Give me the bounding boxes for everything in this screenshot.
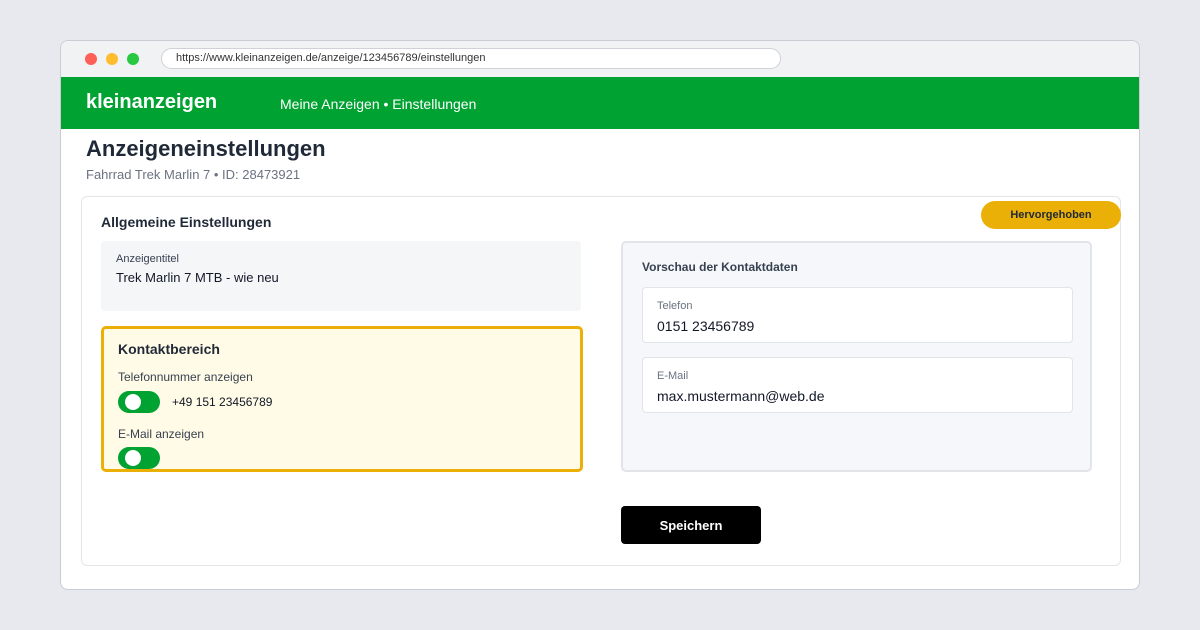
preview-email-field: E-Mail max.mustermann@web.de bbox=[642, 357, 1073, 413]
preview-email-label: E-Mail bbox=[657, 370, 689, 382]
preview-email-value: max.mustermann@web.de bbox=[657, 388, 825, 404]
ad-title-label: Anzeigentitel bbox=[116, 253, 179, 265]
save-button[interactable]: Speichern bbox=[621, 506, 761, 544]
page-title: Anzeigeneinstellungen bbox=[86, 136, 326, 161]
address-bar[interactable]: https://www.kleinanzeigen.de/anzeige/123… bbox=[161, 48, 781, 69]
contact-preview-heading: Vorschau der Kontaktdaten bbox=[642, 260, 798, 274]
ad-title-value: Trek Marlin 7 MTB - wie neu bbox=[116, 270, 279, 285]
preview-phone-field: Telefon 0151 23456789 bbox=[642, 287, 1073, 343]
maximize-window-icon[interactable] bbox=[127, 53, 139, 65]
browser-window: https://www.kleinanzeigen.de/anzeige/123… bbox=[60, 40, 1140, 590]
contact-preview-panel: Vorschau der Kontaktdaten Telefon 0151 2… bbox=[621, 241, 1092, 472]
browser-chrome: https://www.kleinanzeigen.de/anzeige/123… bbox=[61, 41, 1139, 77]
show-email-toggle[interactable] bbox=[118, 447, 160, 469]
settings-card: Allgemeine Einstellungen Hervorgehoben A… bbox=[81, 196, 1121, 566]
toggle-knob bbox=[125, 450, 141, 466]
brand-logo[interactable]: kleinanzeigen bbox=[86, 91, 217, 114]
show-email-label: E-Mail anzeigen bbox=[118, 427, 205, 441]
contact-section-heading: Kontaktbereich bbox=[118, 341, 220, 357]
highlighted-badge[interactable]: Hervorgehoben bbox=[981, 201, 1121, 229]
contact-section: Kontaktbereich Telefonnummer anzeigen +4… bbox=[101, 326, 583, 472]
close-window-icon[interactable] bbox=[85, 53, 97, 65]
ad-title-field[interactable]: Anzeigentitel Trek Marlin 7 MTB - wie ne… bbox=[101, 241, 581, 311]
general-settings-heading: Allgemeine Einstellungen bbox=[101, 214, 272, 230]
top-navigation: kleinanzeigen Meine Anzeigen • Einstellu… bbox=[61, 77, 1139, 129]
page-subtitle: Fahrrad Trek Marlin 7 • ID: 28473921 bbox=[86, 167, 301, 182]
show-phone-label: Telefonnummer anzeigen bbox=[118, 370, 253, 384]
toggle-knob bbox=[125, 394, 141, 410]
preview-phone-value: 0151 23456789 bbox=[657, 318, 755, 334]
show-phone-toggle[interactable] bbox=[118, 391, 160, 413]
preview-phone-label: Telefon bbox=[657, 300, 693, 312]
minimize-window-icon[interactable] bbox=[106, 53, 118, 65]
breadcrumb[interactable]: Meine Anzeigen • Einstellungen bbox=[280, 96, 476, 112]
phone-number-text: +49 151 23456789 bbox=[172, 395, 273, 409]
